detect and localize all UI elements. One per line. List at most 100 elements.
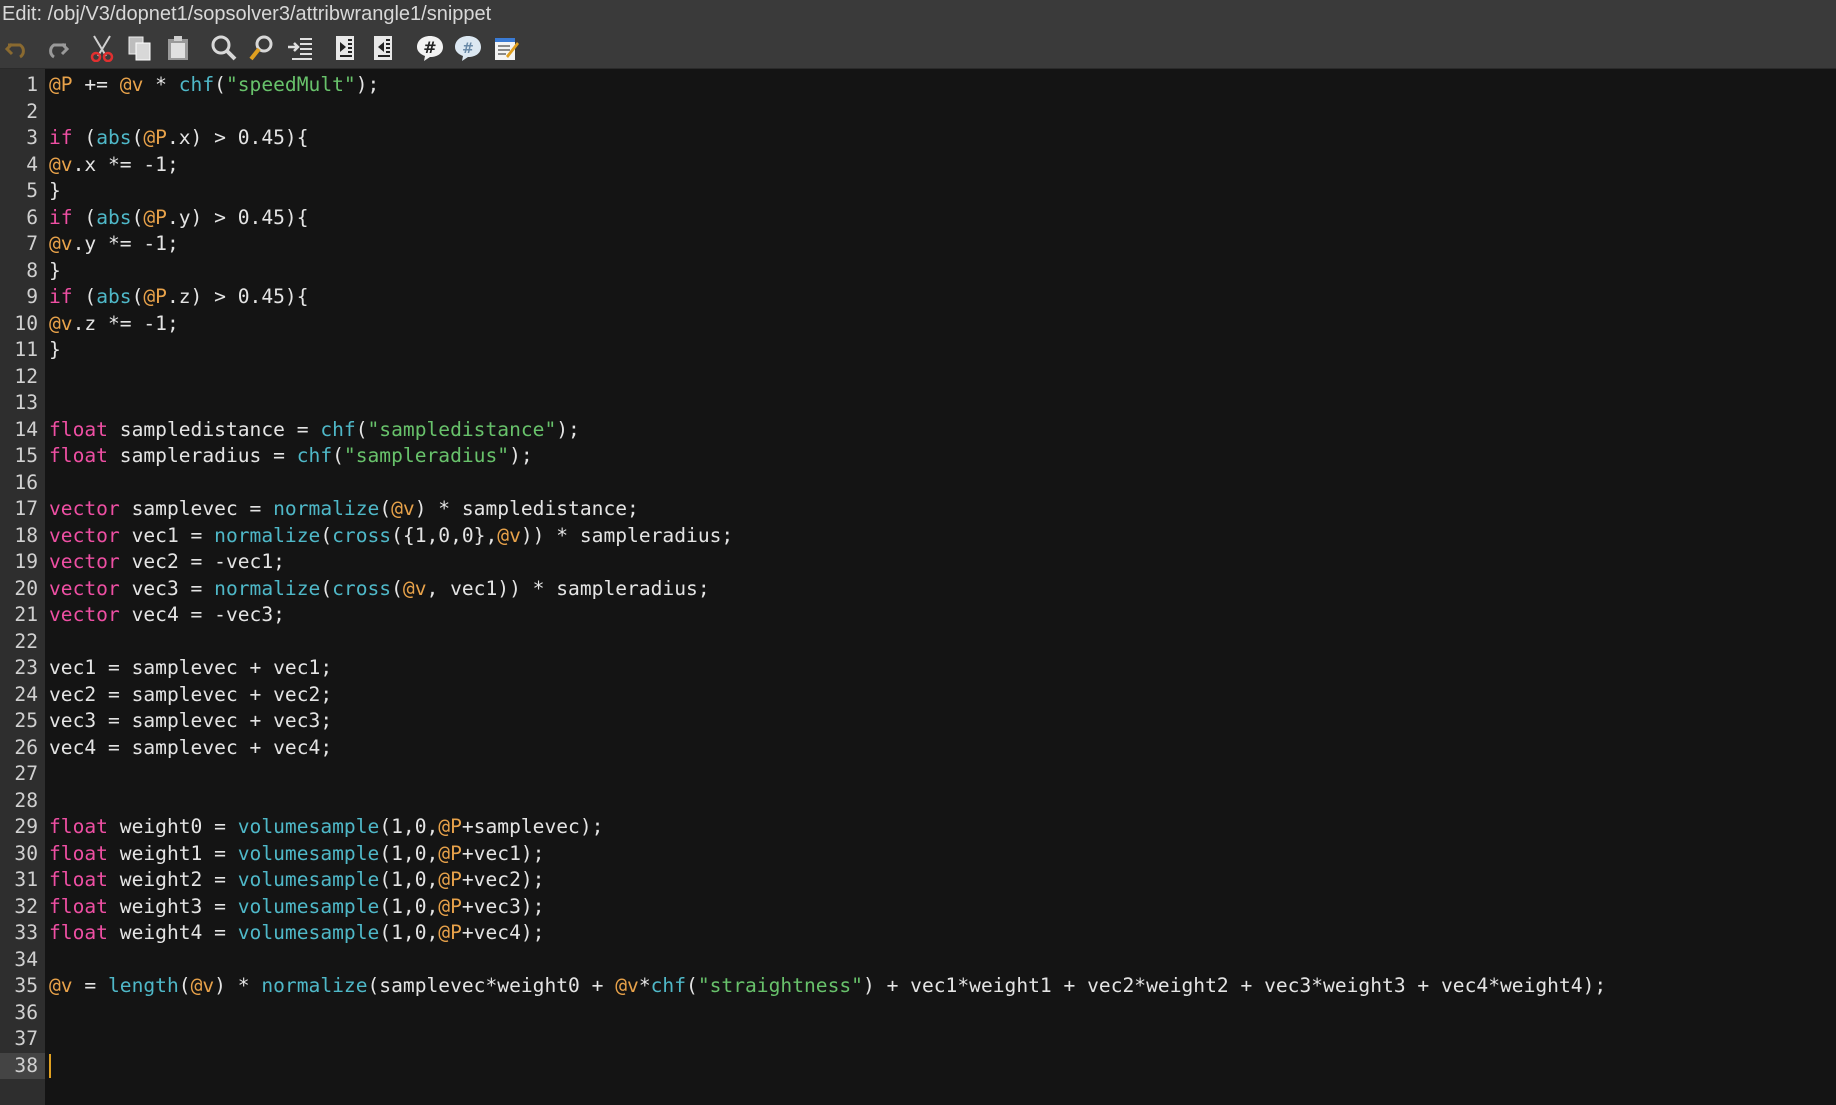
code-line[interactable]: float weight0 = volumesample(1,0,@P+samp…: [49, 814, 603, 840]
line-number: 12: [14, 364, 38, 388]
code-token: (1,0,: [379, 921, 439, 944]
code-line[interactable]: vector vec1 = normalize(cross({1,0,0},@v…: [49, 523, 733, 549]
code-token: ({1,0,0},: [391, 523, 498, 547]
code-token: float: [49, 444, 108, 467]
svg-text:#: #: [423, 38, 436, 57]
line-number: 35: [14, 974, 38, 997]
code-token: weight3 =: [107, 894, 238, 918]
uncomment-bubble-icon: #: [455, 36, 481, 61]
code-line[interactable]: vector samplevec = normalize(@v) * sampl…: [49, 496, 639, 522]
code-line[interactable]: vector vec3 = normalize(cross(@v, vec1))…: [49, 576, 710, 602]
code-line[interactable]: float sampledistance = chf("sampledistan…: [49, 417, 580, 443]
code-line[interactable]: @P += @v * chf("speedMult");: [49, 72, 379, 98]
code-line[interactable]: vector vec2 = -vec1;: [49, 549, 285, 575]
code-line[interactable]: @v.y *= -1;: [49, 231, 179, 257]
line-number: 26: [14, 735, 38, 759]
clipboard-icon: [168, 36, 188, 60]
code-token: @P: [438, 815, 462, 838]
line-number: 8: [26, 258, 38, 282]
code-token: sampleradius =: [107, 444, 297, 467]
code-token: if: [49, 126, 73, 149]
code-token: (: [214, 73, 226, 96]
code-line[interactable]: vector vec4 = -vec3;: [49, 602, 285, 628]
code-token: +vec4);: [461, 921, 545, 944]
line-number: 24: [14, 682, 38, 706]
code-token: @P: [438, 868, 462, 891]
indent-button[interactable]: [330, 32, 362, 64]
code-line[interactable]: vec2 = samplevec + vec2;: [49, 682, 332, 708]
code-token: @P: [49, 73, 73, 96]
code-token: "sampledistance": [367, 417, 557, 441]
line-number: 10: [14, 311, 38, 335]
code-line[interactable]: }: [49, 337, 61, 363]
code-token: weight1 =: [107, 841, 238, 865]
code-token: normalize: [261, 974, 368, 997]
copy-icon: [128, 36, 151, 61]
code-token: .y) > 0.45){: [166, 205, 309, 229]
code-editor[interactable]: @P += @v * chf("speedMult"); if (abs(@P.x…: [45, 69, 1836, 1105]
unindent-button[interactable]: [368, 32, 400, 64]
toolbar-separator: [406, 33, 414, 63]
code-line[interactable]: float sampleradius = chf("sampleradius")…: [49, 443, 533, 469]
paste-button[interactable]: [162, 32, 194, 64]
code-line[interactable]: vec1 = samplevec + vec1;: [49, 655, 332, 681]
code-line[interactable]: }: [49, 178, 61, 204]
code-token: .x) > 0.45){: [166, 126, 309, 149]
scissors-icon: [90, 35, 114, 62]
code-token: vector: [49, 497, 120, 520]
code-token: *: [143, 73, 179, 96]
code-token: float: [49, 417, 108, 441]
code-token: }: [49, 338, 61, 361]
code-token: weight4 =: [107, 921, 238, 944]
code-token: @v: [391, 497, 415, 520]
code-line[interactable]: @v = length(@v) * normalize(samplevec*we…: [49, 973, 1606, 999]
code-line[interactable]: vec4 = samplevec + vec4;: [49, 735, 332, 761]
comment-button[interactable]: #: [414, 32, 446, 64]
code-token: vec4 = samplevec + vec4;: [49, 735, 333, 759]
code-line[interactable]: vec3 = samplevec + vec3;: [49, 708, 332, 734]
find-button[interactable]: [208, 32, 240, 64]
code-token: @P: [438, 841, 462, 865]
find-replace-button[interactable]: [246, 32, 278, 64]
code-line[interactable]: float weight1 = volumesample(1,0,@P+vec1…: [49, 841, 544, 867]
code-token: ) + vec1*weight1 + vec2*weight2 + vec3*w…: [862, 974, 1607, 997]
code-token: (: [320, 523, 333, 547]
line-number: 5: [26, 179, 38, 202]
cut-button[interactable]: [86, 32, 118, 64]
redo-button[interactable]: [40, 32, 72, 64]
code-line[interactable]: if (abs(@P.y) > 0.45){: [49, 205, 309, 231]
code-token: +samplevec);: [461, 815, 604, 838]
external-editor-button[interactable]: [490, 32, 522, 64]
goto-line-button[interactable]: [284, 32, 316, 64]
code-line[interactable]: @v.z *= -1;: [49, 311, 179, 337]
line-number: 23: [14, 656, 38, 679]
code-line[interactable]: if (abs(@P.z) > 0.45){: [49, 284, 309, 310]
code-token: vec1 =: [119, 523, 215, 547]
code-token: @P: [438, 921, 462, 944]
code-token: length: [107, 974, 179, 997]
code-token: (: [72, 126, 97, 149]
code-token: (: [72, 205, 97, 229]
code-line[interactable]: float weight3 = volumesample(1,0,@P+vec3…: [49, 894, 544, 920]
magnifier-icon: [211, 35, 237, 61]
code-token: (1,0,: [379, 841, 439, 865]
toolbar-separator: [322, 33, 330, 63]
code-line[interactable]: }: [49, 258, 61, 284]
goto-line-icon: [288, 38, 312, 60]
code-token: float: [49, 815, 108, 838]
code-token: =: [72, 974, 108, 997]
code-token: abs: [96, 205, 132, 229]
uncomment-button[interactable]: #: [452, 32, 484, 64]
code-token: chf: [296, 444, 333, 467]
code-token: chf: [178, 73, 215, 96]
code-line[interactable]: float weight2 = volumesample(1,0,@P+vec2…: [49, 867, 544, 893]
line-number: 38: [0, 1052, 45, 1079]
code-line[interactable]: if (abs(@P.x) > 0.45){: [49, 125, 309, 151]
code-token: vector: [49, 523, 120, 547]
undo-button[interactable]: [2, 32, 34, 64]
code-line[interactable]: @v.x *= -1;: [49, 152, 179, 178]
line-number: 37: [14, 1027, 38, 1050]
code-token: (: [131, 205, 144, 229]
code-line[interactable]: float weight4 = volumesample(1,0,@P+vec4…: [49, 920, 544, 946]
copy-button[interactable]: [124, 32, 156, 64]
